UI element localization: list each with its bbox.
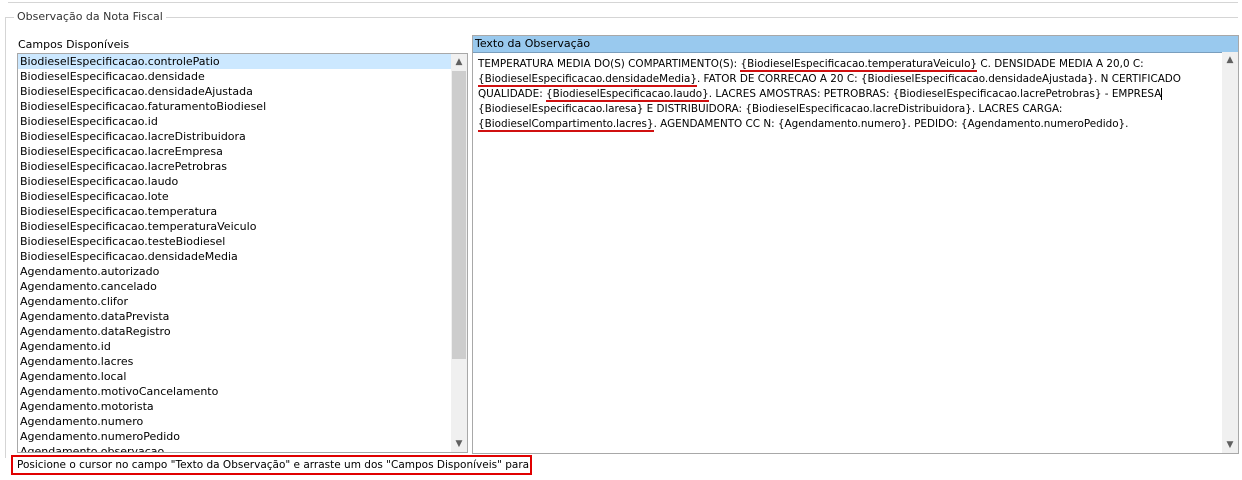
list-item[interactable]: BiodieselEspecificacao.laudo	[18, 174, 452, 189]
list-item[interactable]: Agendamento.observacao	[18, 444, 452, 452]
chevron-down-icon[interactable]: ▼	[451, 436, 467, 452]
list-item[interactable]: Agendamento.dataPrevista	[18, 309, 452, 324]
highlighted-field-token: {BiodieselEspecificacao.laudo}	[546, 88, 709, 102]
list-item[interactable]: Agendamento.lacres	[18, 354, 452, 369]
fields-list[interactable]: BiodieselEspecificacao.controlePatio Biod…	[17, 53, 468, 453]
observation-text: TEMPERATURA MEDIA DO(S) COMPARTIMENTO(S)…	[478, 57, 1213, 132]
highlighted-field-token: {BiodieselEspecificacao.temperaturaVeicu…	[740, 58, 978, 72]
observation-scrollbar[interactable]: ▲ ▼	[1222, 52, 1238, 453]
list-item[interactable]: Agendamento.motivoCancelamento	[18, 384, 452, 399]
list-item[interactable]: BiodieselEspecificacao.densidadeMedia	[18, 249, 452, 264]
list-item[interactable]: Agendamento.numeroPedido	[18, 429, 452, 444]
chevron-up-icon[interactable]: ▲	[1222, 52, 1238, 68]
list-item[interactable]: BiodieselEspecificacao.lacreEmpresa	[18, 144, 452, 159]
highlighted-field-token: {BiodieselEspecificacao.densidadeMedia}	[478, 73, 697, 87]
list-item[interactable]: Agendamento.dataRegistro	[18, 324, 452, 339]
chevron-down-icon[interactable]: ▼	[1222, 437, 1238, 453]
list-item[interactable]: Agendamento.local	[18, 369, 452, 384]
text-segment: {BiodieselEspecificacao.laresa} E DISTRI…	[478, 103, 1063, 115]
fields-list-items: BiodieselEspecificacao.controlePatio Biod…	[18, 54, 452, 452]
observation-panel: Texto da Observação TEMPERATURA MEDIA DO…	[472, 35, 1239, 454]
list-item[interactable]: BiodieselEspecificacao.temperaturaVeicul…	[18, 219, 452, 234]
observation-textarea[interactable]: TEMPERATURA MEDIA DO(S) COMPARTIMENTO(S)…	[473, 52, 1222, 453]
list-item[interactable]: Agendamento.autorizado	[18, 264, 452, 279]
text-segment: . AGENDAMENTO CC N: {Agendamento.numero}…	[653, 118, 1129, 130]
fields-list-scroll-thumb[interactable]	[452, 71, 466, 359]
list-item[interactable]: Agendamento.cancelado	[18, 279, 452, 294]
observation-header: Texto da Observação	[473, 36, 1238, 52]
list-item[interactable]: Agendamento.id	[18, 339, 452, 354]
campos-disponiveis-label: Campos Disponíveis	[18, 38, 130, 51]
highlighted-field-token: {BiodieselCompartimento.lacres}	[478, 118, 654, 132]
list-item[interactable]: BiodieselEspecificacao.lote	[18, 189, 452, 204]
list-item[interactable]: BiodieselEspecificacao.lacreDistribuidor…	[18, 129, 452, 144]
list-item[interactable]: BiodieselEspecificacao.faturamentoBiodie…	[18, 99, 452, 114]
list-item[interactable]: BiodieselEspecificacao.testeBiodiesel	[18, 234, 452, 249]
hint-message: Posicione o cursor no campo "Texto da Ob…	[11, 455, 532, 475]
top-divider	[8, 0, 1238, 3]
list-item[interactable]: BiodieselEspecificacao.temperatura	[18, 204, 452, 219]
group-title: Observação da Nota Fiscal	[14, 10, 166, 24]
list-item[interactable]: BiodieselEspecificacao.controlePatio	[18, 54, 452, 69]
list-item[interactable]: BiodieselEspecificacao.lacrePetrobras	[18, 159, 452, 174]
list-item[interactable]: BiodieselEspecificacao.id	[18, 114, 452, 129]
chevron-up-icon[interactable]: ▲	[451, 54, 467, 70]
text-segment: TEMPERATURA MEDIA DO(S) COMPARTIMENTO(S)…	[478, 58, 741, 70]
text-segment: C. DENSIDADE MEDIA A 20,0 C:	[977, 58, 1144, 70]
list-item[interactable]: Agendamento.clifor	[18, 294, 452, 309]
fields-list-scrollbar[interactable]: ▲ ▼	[451, 54, 467, 452]
list-item[interactable]: Agendamento.numero	[18, 414, 452, 429]
list-item[interactable]: BiodieselEspecificacao.densidade	[18, 69, 452, 84]
list-item[interactable]: Agendamento.motorista	[18, 399, 452, 414]
text-segment-with-caret: . LACRES AMOSTRAS: PETROBRAS: {Biodiesel…	[708, 88, 1163, 100]
list-item[interactable]: BiodieselEspecificacao.densidadeAjustada	[18, 84, 452, 99]
